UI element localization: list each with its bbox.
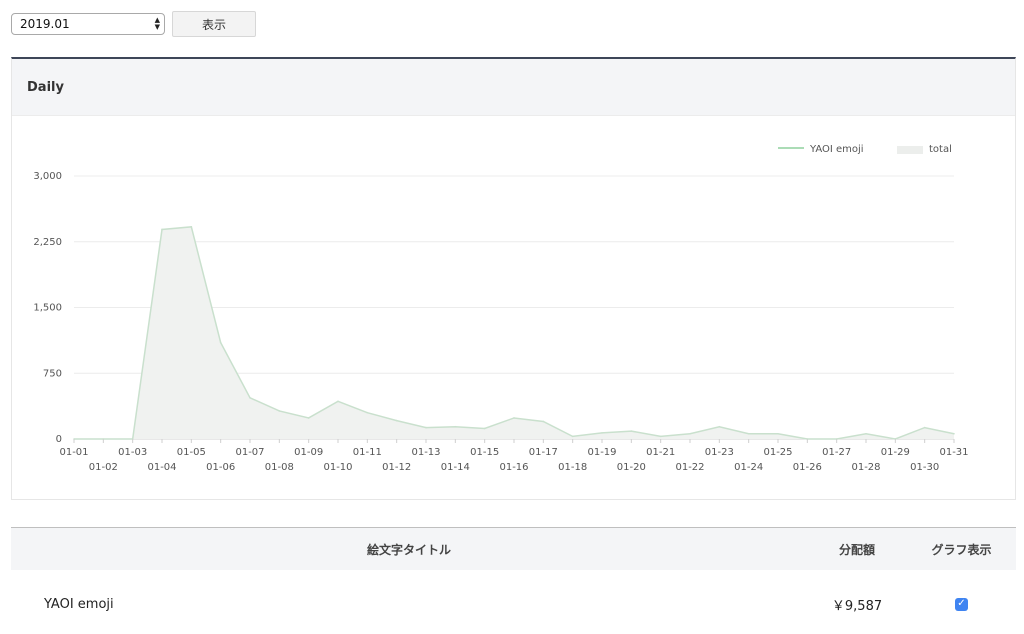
x-tick-label: 01-04 (147, 462, 176, 473)
data-point (366, 411, 369, 414)
check-icon: ✓ (957, 598, 966, 609)
data-point (337, 400, 339, 403)
x-tick-label: 01-26 (793, 462, 822, 473)
header-emoji-title: 絵文字タイトル (366, 543, 451, 557)
data-point (865, 432, 867, 435)
data-point (923, 426, 926, 429)
data-point (747, 432, 750, 435)
table-row: YAOI emoji ￥9,587 ✓ (11, 584, 1016, 624)
x-tick-label: 01-30 (910, 462, 939, 473)
data-point (483, 427, 486, 430)
table-header: 絵文字タイトル 分配額 グラフ表示 (11, 527, 1016, 570)
data-point (659, 435, 662, 438)
series-total-area (74, 226, 954, 439)
graph-display-checkbox[interactable]: ✓ (955, 597, 968, 611)
x-tick-label: 01-27 (822, 447, 851, 458)
x-tick-label: 01-21 (646, 447, 675, 458)
data-point (513, 417, 515, 419)
data-point (718, 425, 721, 428)
daily-chart: 0 750 1,500 2,250 3,000 01-0101-0201-0301-04… (33, 144, 968, 473)
x-tick-label: 01-07 (235, 447, 264, 458)
data-point (953, 432, 955, 435)
y-tick-label: 1,500 (33, 303, 62, 314)
data-point (542, 420, 545, 423)
data-point (689, 432, 691, 435)
x-tick-label: 01-19 (587, 447, 616, 458)
x-tick-label: 01-05 (177, 447, 206, 458)
x-tick-label: 01-11 (353, 447, 382, 458)
row-emoji-title: YAOI emoji (44, 596, 114, 612)
x-tick-label: 01-01 (59, 447, 88, 458)
data-point (278, 410, 281, 412)
data-point (630, 430, 633, 432)
x-tick-label: 01-06 (206, 462, 235, 473)
data-point (425, 426, 427, 429)
y-tick-label: 2,250 (33, 237, 62, 248)
header-graph-display: グラフ表示 (931, 543, 992, 557)
data-point (454, 425, 457, 428)
x-tick-label: 01-28 (851, 462, 880, 473)
row-graph-toggle: ✓ (907, 584, 1016, 624)
y-tick-label: 750 (43, 368, 62, 379)
x-tick-label: 01-16 (499, 462, 528, 473)
x-tick-label: 01-10 (323, 462, 352, 473)
x-tick-label: 01-14 (441, 462, 470, 473)
x-tick-label: 01-18 (558, 462, 587, 473)
data-point (219, 341, 222, 344)
data-point (777, 432, 779, 435)
data-point (161, 228, 163, 231)
x-tick-label: 01-31 (939, 447, 968, 458)
header-amount: 分配額 (838, 543, 875, 557)
row-amount: ￥9,587 (831, 598, 883, 614)
legend-label-total: total (929, 144, 952, 155)
x-tick-label: 01-02 (89, 462, 118, 473)
legend-label-yaoi-emoji: YAOI emoji (809, 144, 864, 155)
x-tick-label: 01-13 (411, 447, 440, 458)
x-tick-label: 01-15 (470, 447, 499, 458)
data-point (249, 396, 251, 399)
data-point (307, 417, 310, 419)
data-point (601, 432, 603, 434)
x-tick-label: 01-23 (705, 447, 734, 458)
data-point (395, 419, 398, 422)
x-tick-label: 01-25 (763, 447, 792, 458)
x-tick-label: 01-08 (265, 462, 294, 473)
x-tick-label: 01-17 (529, 447, 558, 458)
legend-area-swatch (897, 146, 923, 154)
data-point (190, 226, 193, 228)
x-tick-label: 01-24 (734, 462, 763, 473)
x-tick-label: 01-22 (675, 462, 704, 473)
data-point (571, 435, 574, 438)
y-tick-label: 0 (56, 434, 62, 445)
x-tick-label: 01-09 (294, 447, 323, 458)
x-tick-label: 01-20 (617, 462, 646, 473)
y-tick-label: 3,000 (33, 171, 62, 182)
x-tick-label: 01-03 (118, 447, 147, 458)
x-tick-label: 01-29 (881, 447, 910, 458)
x-tick-label: 01-12 (382, 462, 411, 473)
